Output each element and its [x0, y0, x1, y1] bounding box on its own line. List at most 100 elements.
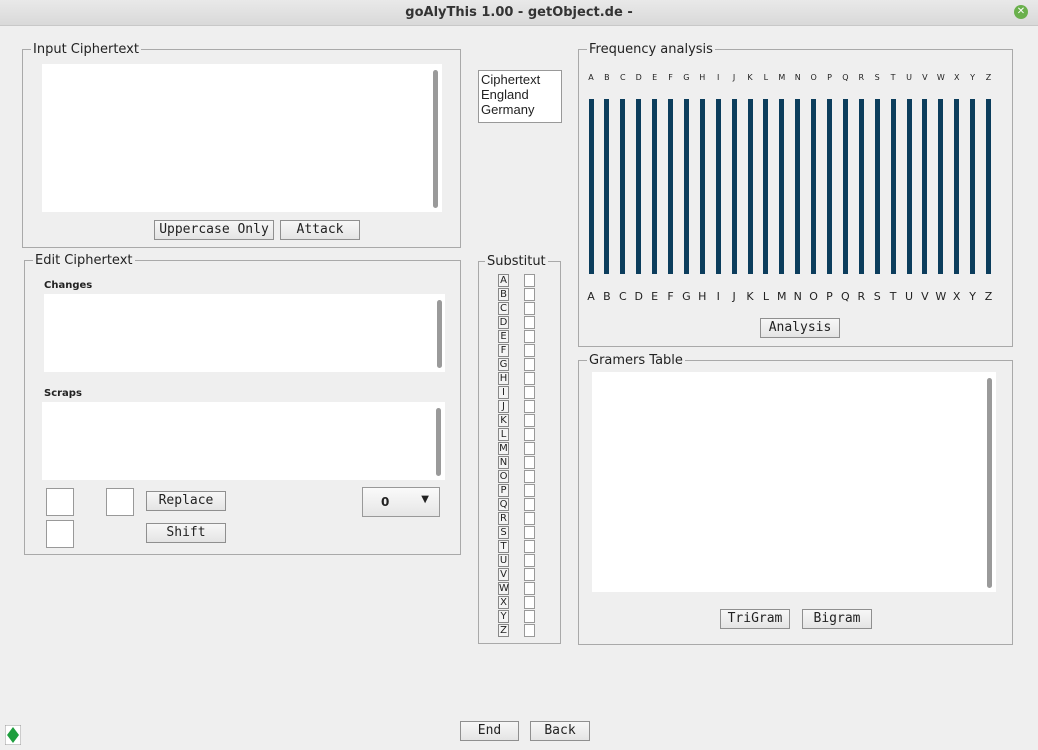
trigram-button[interactable]: TriGram: [720, 609, 790, 629]
substitut-input-x[interactable]: [524, 596, 535, 609]
substitut-input-i[interactable]: [524, 386, 535, 399]
freq-bar-p: [827, 99, 832, 274]
end-button[interactable]: End: [460, 721, 519, 741]
freq-bar-x: [954, 99, 960, 274]
substitut-input-q[interactable]: [524, 498, 535, 511]
freq-bar-s: [874, 99, 880, 274]
substitut-letter-l: L: [498, 428, 509, 441]
changes-textarea[interactable]: [44, 294, 445, 372]
freq-bottom-label-k: K: [746, 290, 754, 303]
language-item-germany[interactable]: Germany: [481, 102, 559, 117]
freq-bar-z: [986, 99, 991, 274]
replace-button[interactable]: Replace: [146, 491, 226, 511]
freq-bar-t: [890, 99, 896, 274]
substitut-input-o[interactable]: [524, 470, 535, 483]
freq-top-label-s: S: [874, 73, 880, 82]
freq-top-label-c: C: [620, 73, 626, 82]
substitut-input-m[interactable]: [524, 442, 535, 455]
freq-top-label-d: D: [635, 73, 642, 82]
analysis-button[interactable]: Analysis: [760, 318, 840, 338]
freq-bar-d: [636, 99, 642, 274]
freq-bottom-label-q: Q: [841, 290, 850, 303]
substitut-letter-x: X: [498, 596, 509, 609]
scraps-scrollbar[interactable]: [436, 408, 441, 476]
freq-top-label-y: Y: [970, 73, 976, 82]
language-item-england[interactable]: England: [481, 87, 559, 102]
substitut-input-t[interactable]: [524, 540, 535, 553]
bigram-button[interactable]: Bigram: [802, 609, 872, 629]
substitut-letter-e: E: [498, 330, 509, 343]
substitut-input-y[interactable]: [524, 610, 535, 623]
substitut-input-v[interactable]: [524, 568, 535, 581]
substitut-legend: Substitut: [487, 254, 546, 269]
substitut-input-n[interactable]: [524, 456, 535, 469]
scraps-textarea[interactable]: [42, 402, 445, 480]
freq-bottom-label-y: Y: [969, 290, 976, 303]
substitut-input-l[interactable]: [524, 428, 535, 441]
substitut-input-p[interactable]: [524, 484, 535, 497]
substitut-panel: Substitut: [478, 254, 561, 644]
freq-bottom-label-j: J: [732, 290, 736, 303]
substitut-input-k[interactable]: [524, 414, 535, 427]
substitut-letter-f: F: [498, 344, 509, 357]
substitut-input-f[interactable]: [524, 344, 535, 357]
back-button[interactable]: Back: [530, 721, 590, 741]
freq-bottom-label-t: T: [889, 290, 897, 303]
substitut-letter-i: I: [498, 386, 509, 399]
substitut-input-g[interactable]: [524, 358, 535, 371]
freq-top-label-r: R: [858, 73, 865, 82]
input-ciphertext-textarea[interactable]: [42, 64, 442, 212]
substitut-input-a[interactable]: [524, 274, 535, 287]
substitut-letter-n: N: [498, 456, 509, 469]
freq-bar-n: [795, 99, 801, 274]
freq-top-label-p: P: [827, 73, 832, 82]
freq-top-label-i: I: [717, 73, 720, 82]
freq-top-label-w: W: [936, 73, 945, 82]
freq-bottom-label-o: O: [809, 290, 818, 303]
freq-bar-e: [652, 99, 658, 274]
substitut-input-e[interactable]: [524, 330, 535, 343]
input-ciphertext-legend: Input Ciphertext: [33, 42, 139, 57]
substitut-input-u[interactable]: [524, 554, 535, 567]
substitut-input-h[interactable]: [524, 372, 535, 385]
substitut-input-r[interactable]: [524, 512, 535, 525]
gramers-table-textarea[interactable]: [592, 372, 996, 592]
input-ciphertext-scrollbar[interactable]: [433, 70, 438, 208]
freq-top-label-e: E: [652, 73, 658, 82]
freq-bottom-label-z: Z: [984, 290, 993, 303]
substitut-letter-o: O: [498, 470, 509, 483]
substitut-letter-w: W: [498, 582, 509, 595]
freq-bottom-label-b: B: [603, 290, 611, 303]
substitut-input-w[interactable]: [524, 582, 535, 595]
to-letter-input[interactable]: [106, 488, 134, 516]
freq-bar-f: [668, 99, 673, 274]
changes-scrollbar[interactable]: [437, 300, 442, 368]
green-diamond-icon[interactable]: [5, 725, 21, 745]
uppercase-only-button[interactable]: Uppercase Only: [154, 220, 274, 240]
language-listbox[interactable]: Ciphertext England Germany: [478, 70, 562, 123]
substitut-input-c[interactable]: [524, 302, 535, 315]
shift-button[interactable]: Shift: [146, 523, 226, 543]
freq-bar-o: [811, 99, 817, 274]
shift-amount-dropdown[interactable]: 0 ▼: [362, 487, 440, 517]
substitut-input-s[interactable]: [524, 526, 535, 539]
freq-bottom-label-g: G: [682, 290, 691, 303]
substitut-input-d[interactable]: [524, 316, 535, 329]
freq-top-label-g: G: [683, 73, 690, 82]
from-letter-input[interactable]: [46, 488, 74, 516]
freq-bar-v: [922, 99, 928, 274]
freq-bar-b: [604, 99, 610, 274]
freq-bar-q: [842, 99, 848, 274]
substitut-input-b[interactable]: [524, 288, 535, 301]
attack-button[interactable]: Attack: [280, 220, 360, 240]
gramers-table-scrollbar[interactable]: [987, 378, 992, 588]
substitut-input-z[interactable]: [524, 624, 535, 637]
language-item-ciphertext[interactable]: Ciphertext: [481, 72, 559, 87]
close-icon[interactable]: ✕: [1014, 5, 1028, 19]
freq-bottom-label-x: X: [952, 290, 961, 303]
shift-value-input[interactable]: [46, 520, 74, 548]
freq-bottom-label-w: W: [935, 290, 947, 303]
substitut-input-j[interactable]: [524, 400, 535, 413]
freq-bottom-label-p: P: [826, 290, 833, 303]
substitut-letter-p: P: [498, 484, 509, 497]
